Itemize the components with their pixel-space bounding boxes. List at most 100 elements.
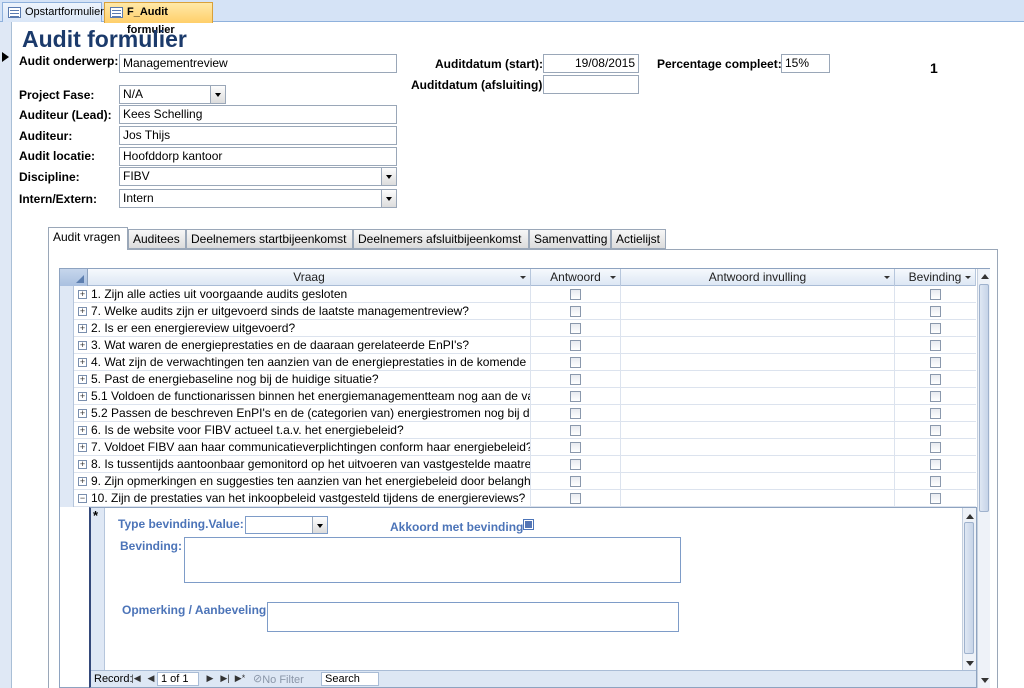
row-selector[interactable] bbox=[60, 303, 74, 320]
tab-samenvatting[interactable]: Samenvatting bbox=[529, 229, 611, 249]
question-cell[interactable]: 1. Zijn alle acties uit voorgaande audit… bbox=[91, 286, 531, 303]
invulling-cell[interactable] bbox=[621, 456, 895, 473]
bevinding-checkbox[interactable] bbox=[930, 374, 941, 385]
row-selector[interactable] bbox=[60, 354, 74, 371]
table-row[interactable]: −10. Zijn de prestaties van het inkoopbe… bbox=[60, 490, 976, 507]
expand-icon[interactable]: + bbox=[78, 443, 87, 452]
bevinding-checkbox[interactable] bbox=[930, 425, 941, 436]
row-selector[interactable] bbox=[60, 337, 74, 354]
expand-icon[interactable]: + bbox=[78, 307, 87, 316]
tab-actielijst[interactable]: Actielijst bbox=[611, 229, 666, 249]
expand-icon[interactable]: + bbox=[78, 392, 87, 401]
tab-auditees[interactable]: Auditees bbox=[128, 229, 186, 249]
antwoord-checkbox[interactable] bbox=[570, 425, 581, 436]
table-row[interactable]: +5. Past de energiebaseline nog bij de h… bbox=[60, 371, 976, 388]
table-row[interactable]: +7. Voldoet FIBV aan haar communicatieve… bbox=[60, 439, 976, 456]
table-row[interactable]: +4. Wat zijn de verwachtingen ten aanzie… bbox=[60, 354, 976, 371]
row-selector[interactable] bbox=[60, 456, 74, 473]
scroll-down-icon[interactable] bbox=[981, 678, 989, 683]
select-all-button[interactable] bbox=[60, 269, 88, 286]
expand-icon[interactable]: + bbox=[78, 409, 87, 418]
scroll-down-icon[interactable] bbox=[966, 661, 974, 666]
end-date-field[interactable] bbox=[543, 75, 639, 94]
antwoord-checkbox[interactable] bbox=[570, 391, 581, 402]
discipline-combobox[interactable]: FIBV bbox=[119, 167, 397, 186]
record-number-box[interactable]: 1 of 1 bbox=[157, 672, 199, 686]
column-header-bevinding[interactable]: Bevinding bbox=[895, 269, 976, 286]
start-date-field[interactable]: 19/08/2015 bbox=[543, 54, 639, 73]
question-cell[interactable]: 2. Is er een energiereview uitgevoerd? bbox=[91, 320, 531, 337]
antwoord-checkbox[interactable] bbox=[570, 408, 581, 419]
table-row[interactable]: +6. Is de website voor FIBV actueel t.a.… bbox=[60, 422, 976, 439]
table-row[interactable]: +2. Is er een energiereview uitgevoerd? bbox=[60, 320, 976, 337]
type-bevinding-combobox[interactable] bbox=[245, 516, 328, 534]
new-record-nav-icon[interactable]: ▶* bbox=[234, 672, 246, 684]
antwoord-checkbox[interactable] bbox=[570, 374, 581, 385]
invulling-cell[interactable] bbox=[621, 303, 895, 320]
table-row[interactable]: +1. Zijn alle acties uit voorgaande audi… bbox=[60, 286, 976, 303]
question-cell[interactable]: 5.1 Voldoen de functionarissen binnen he… bbox=[91, 388, 531, 405]
table-row[interactable]: +9. Zijn opmerkingen en suggesties ten a… bbox=[60, 473, 976, 490]
question-cell[interactable]: 4. Wat zijn de verwachtingen ten aanzien… bbox=[91, 354, 531, 371]
invulling-cell[interactable] bbox=[621, 405, 895, 422]
scroll-thumb[interactable] bbox=[979, 284, 989, 512]
expand-icon[interactable]: + bbox=[78, 426, 87, 435]
invulling-cell[interactable] bbox=[621, 439, 895, 456]
row-selector[interactable] bbox=[60, 388, 74, 405]
invulling-cell[interactable] bbox=[621, 473, 895, 490]
row-selector[interactable] bbox=[60, 371, 74, 388]
no-filter-button[interactable]: ⊘ No Filter bbox=[253, 672, 304, 687]
akkoord-checkbox[interactable] bbox=[523, 519, 534, 530]
invulling-cell[interactable] bbox=[621, 490, 895, 507]
subform-scrollbar[interactable] bbox=[962, 508, 976, 670]
bevinding-checkbox[interactable] bbox=[930, 442, 941, 453]
invulling-cell[interactable] bbox=[621, 422, 895, 439]
expand-icon[interactable]: + bbox=[78, 477, 87, 486]
bevinding-checkbox[interactable] bbox=[930, 340, 941, 351]
bevinding-checkbox[interactable] bbox=[930, 306, 941, 317]
bevinding-checkbox[interactable] bbox=[930, 357, 941, 368]
expand-icon[interactable]: + bbox=[78, 460, 87, 469]
bevinding-textarea[interactable] bbox=[184, 537, 681, 583]
row-selector[interactable] bbox=[60, 320, 74, 337]
onderwerp-field[interactable]: Managementreview bbox=[119, 54, 397, 73]
question-cell[interactable]: 7. Welke audits zijn er uitgevoerd sinds… bbox=[91, 303, 531, 320]
antwoord-checkbox[interactable] bbox=[570, 306, 581, 317]
percentage-field[interactable]: 15% bbox=[781, 54, 830, 73]
question-cell[interactable]: 5.2 Passen de beschreven EnPI's en de (c… bbox=[91, 405, 531, 422]
tab-audit-vragen[interactable]: Audit vragen bbox=[48, 227, 128, 250]
lead-field[interactable]: Kees Schelling bbox=[119, 105, 397, 124]
bevinding-checkbox[interactable] bbox=[930, 459, 941, 470]
bevinding-checkbox[interactable] bbox=[930, 408, 941, 419]
locatie-field[interactable]: Hoofddorp kantoor bbox=[119, 147, 397, 166]
chevron-down-icon[interactable] bbox=[210, 86, 225, 103]
question-cell[interactable]: 10. Zijn de prestaties van het inkoopbel… bbox=[91, 490, 531, 507]
expand-icon[interactable]: + bbox=[78, 324, 87, 333]
tab-opstartformulier[interactable]: Opstartformulier bbox=[2, 2, 104, 22]
row-selector[interactable] bbox=[60, 422, 74, 439]
row-selector[interactable] bbox=[60, 439, 74, 456]
intern-combobox[interactable]: Intern bbox=[119, 189, 397, 208]
collapse-icon[interactable]: − bbox=[78, 494, 87, 503]
row-selector[interactable] bbox=[60, 405, 74, 422]
table-row[interactable]: +5.1 Voldoen de functionarissen binnen h… bbox=[60, 388, 976, 405]
bevinding-checkbox[interactable] bbox=[930, 493, 941, 504]
row-selector[interactable] bbox=[60, 490, 74, 507]
first-record-icon[interactable]: |◀ bbox=[130, 672, 142, 684]
antwoord-checkbox[interactable] bbox=[570, 289, 581, 300]
bevinding-checkbox[interactable] bbox=[930, 391, 941, 402]
bevinding-checkbox[interactable] bbox=[930, 289, 941, 300]
invulling-cell[interactable] bbox=[621, 337, 895, 354]
chevron-down-icon[interactable] bbox=[381, 168, 396, 185]
question-cell[interactable]: 5. Past de energiebaseline nog bij de hu… bbox=[91, 371, 531, 388]
invulling-cell[interactable] bbox=[621, 354, 895, 371]
chevron-down-icon[interactable] bbox=[381, 190, 396, 207]
subform-record-selector[interactable] bbox=[91, 508, 105, 670]
expand-icon[interactable]: + bbox=[78, 358, 87, 367]
question-cell[interactable]: 6. Is de website voor FIBV actueel t.a.v… bbox=[91, 422, 531, 439]
question-cell[interactable]: 7. Voldoet FIBV aan haar communicatiever… bbox=[91, 439, 531, 456]
column-header-invulling[interactable]: Antwoord invulling bbox=[621, 269, 895, 286]
tab-audit-formulier[interactable]: F_Audit formulier bbox=[104, 2, 213, 36]
question-cell[interactable]: 8. Is tussentijds aantoonbaar gemonitord… bbox=[91, 456, 531, 473]
next-record-icon[interactable]: ▶ bbox=[204, 672, 216, 684]
